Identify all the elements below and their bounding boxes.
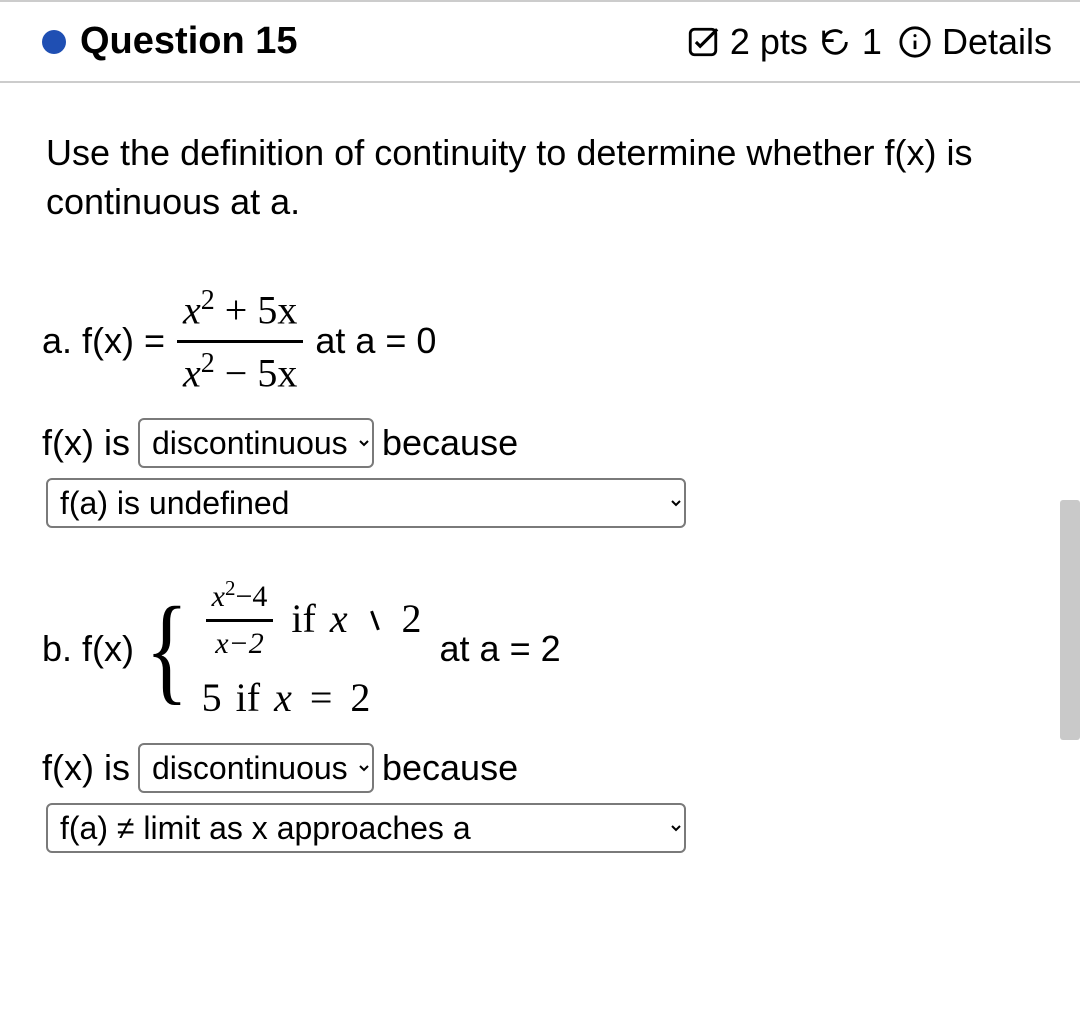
part-b: b. f(x) { x2−4 x−2 if x ≠: [42, 574, 1040, 725]
info-icon[interactable]: [898, 25, 932, 59]
status-dot-icon: [42, 30, 66, 54]
part-a-answer-block: f(x) is continuousdiscontinuous because …: [42, 416, 1040, 530]
scrollbar-thumb[interactable]: [1060, 500, 1080, 740]
left-brace-icon: {: [145, 598, 188, 700]
question-prompt: Use the definition of continuity to dete…: [46, 129, 1040, 226]
header-left: Question 15: [42, 20, 298, 63]
details-link[interactable]: Details: [942, 21, 1052, 63]
because-label-a: because: [382, 419, 518, 468]
attempts-label: 1: [862, 21, 882, 63]
piecewise-icon: { x2−4 x−2 if x ≠ 2: [138, 574, 422, 725]
points-label: 2 pts: [730, 21, 808, 63]
part-a: a. f(x) = x2 + 5x x2 − 5x at a = 0: [42, 282, 1040, 400]
question-title: Question 15: [80, 20, 298, 63]
part-b-answer-block: f(x) is continuousdiscontinuous because …: [42, 741, 1040, 855]
part-a-fraction: x2 + 5x x2 − 5x: [177, 282, 303, 400]
part-b-at: at a = 2: [440, 625, 561, 674]
part-a-reason-select[interactable]: f(a) is undefinedf(a) ≠ limit as x appro…: [46, 478, 686, 528]
checkbox-icon: [686, 25, 720, 59]
part-b-label: b. f(x): [42, 625, 134, 674]
fx-is-label-a: f(x) is: [42, 419, 130, 468]
part-b-reason-select[interactable]: f(a) is undefinedf(a) ≠ limit as x appro…: [46, 803, 686, 853]
part-b-case1-fraction: x2−4 x−2: [206, 574, 274, 665]
part-a-continuity-select[interactable]: continuousdiscontinuous: [138, 418, 374, 468]
because-label-b: because: [382, 744, 518, 793]
part-b-continuity-select[interactable]: continuousdiscontinuous: [138, 743, 374, 793]
part-a-label: a. f(x) =: [42, 317, 165, 366]
part-a-at: at a = 0: [315, 317, 436, 366]
question-body: Use the definition of continuity to dete…: [0, 83, 1080, 899]
question-header: Question 15 2 pts 1: [0, 0, 1080, 83]
fx-is-label-b: f(x) is: [42, 744, 130, 793]
header-right: 2 pts 1 Details: [686, 21, 1052, 63]
retry-icon: [818, 25, 852, 59]
page: Question 15 2 pts 1: [0, 0, 1080, 899]
piecewise-cases: x2−4 x−2 if x ≠ 2 5 if: [202, 574, 422, 725]
